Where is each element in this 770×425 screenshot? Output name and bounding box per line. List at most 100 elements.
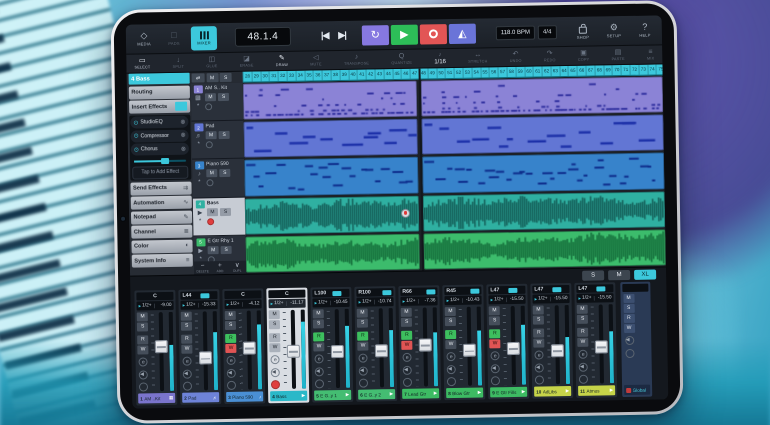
write-automation-button[interactable]: W: [138, 345, 149, 354]
tool-undo[interactable]: ↶UNDO: [510, 51, 522, 63]
channel-routing-row[interactable]: ▸ 1/2+ | -15.50: [532, 294, 569, 304]
mute-button[interactable]: M: [489, 306, 500, 315]
clip-bass-1[interactable]: [245, 195, 420, 234]
master-w-button[interactable]: W: [623, 324, 634, 333]
read-automation-button[interactable]: R: [533, 328, 544, 337]
volume-fader[interactable]: [243, 310, 256, 389]
clip-am-s-kit-2[interactable]: [421, 76, 664, 116]
track-solo-button[interactable]: S: [220, 73, 232, 82]
pan-control[interactable]: R66: [400, 287, 437, 296]
inspector-selected-track[interactable]: 4 Bass: [128, 73, 189, 85]
volume-fader[interactable]: [155, 312, 168, 391]
clip-e-gtr-rhy-1-2[interactable]: [423, 229, 666, 269]
fader-cap[interactable]: [331, 345, 344, 358]
pan-control[interactable]: R100: [356, 288, 393, 297]
channel-edit-button[interactable]: e: [403, 353, 412, 362]
channel-routing-row[interactable]: ▸ 1/2+ | -4.12: [225, 299, 262, 309]
record-arm-button[interactable]: [491, 376, 500, 385]
track-solo-button[interactable]: S: [221, 246, 232, 254]
monitor-button[interactable]: ◀: [491, 364, 500, 373]
channel-routing-row[interactable]: ▸ 1/2+ | -10.74: [356, 297, 393, 307]
help-button[interactable]: ?HELP: [633, 18, 657, 42]
tool-split[interactable]: ↓SPLIT: [172, 57, 184, 69]
dupl-track-button[interactable]: ∨DUPL: [228, 261, 246, 274]
channel-routing-row[interactable]: ▸ 1/2+ | -15.50: [488, 295, 525, 305]
channel-label[interactable]: 5 E G..y 1 ▶: [314, 390, 351, 401]
tool-mix[interactable]: ≡MIX: [647, 48, 655, 60]
mixer-channel-6[interactable]: R100 ▸ 1/2+ | -10.74 M S R W e ◀: [354, 286, 397, 402]
mixer-channel-2[interactable]: L44 ▸ 1/2+ | -15.33 M S R W e ◀ 2: [178, 289, 221, 405]
fader-cap[interactable]: [287, 345, 300, 358]
channel-routing-row[interactable]: ▸ 1/2+ | -9.00: [137, 301, 174, 311]
solo-button[interactable]: S: [357, 319, 368, 328]
mute-button[interactable]: M: [269, 310, 280, 319]
mute-button[interactable]: M: [445, 307, 456, 316]
shop-button[interactable]: SHOP: [571, 19, 595, 43]
fader-cap[interactable]: [551, 344, 564, 357]
fader-cap[interactable]: [419, 338, 432, 351]
record-arm-button[interactable]: [183, 382, 192, 391]
record-arm-button[interactable]: [227, 381, 236, 390]
track-solo-button[interactable]: S: [219, 169, 230, 177]
power-icon[interactable]: ⊙: [134, 132, 139, 139]
delete-track-button[interactable]: −DELETE: [194, 261, 212, 274]
read-automation-button[interactable]: R: [181, 335, 192, 344]
record-arm-button[interactable]: [271, 380, 280, 389]
mute-button[interactable]: M: [577, 305, 588, 314]
mute-button[interactable]: M: [401, 308, 412, 317]
fader-cap[interactable]: [375, 344, 388, 357]
solo-button[interactable]: S: [489, 316, 500, 325]
master-s-button[interactable]: S: [623, 304, 634, 313]
master-m-button[interactable]: M: [623, 294, 634, 303]
mixer-master-channel[interactable]: MSRW◀Global: [620, 282, 652, 398]
track-list-item-2[interactable]: 2 ♬ * Pad MS: [191, 121, 244, 160]
solo-button[interactable]: S: [269, 320, 280, 329]
read-automation-button[interactable]: R: [225, 334, 236, 343]
slider-knob[interactable]: [161, 157, 169, 163]
volume-fader[interactable]: [463, 307, 476, 386]
channel-edit-button[interactable]: e: [227, 356, 236, 365]
write-automation-button[interactable]: W: [226, 344, 237, 353]
channel-label[interactable]: 11 Atmos ▶: [578, 385, 615, 396]
effect-slot-chorus[interactable]: ⊙Chorus⊗: [131, 143, 189, 156]
channel-routing-row[interactable]: ▸ 1/2+ | -10.45: [312, 298, 349, 308]
channel-routing-row[interactable]: ▸ 1/2+ | -10.43: [444, 296, 481, 306]
nav-media-button[interactable]: ◇MEDIA: [131, 27, 157, 51]
mixer-channel-11[interactable]: L47 ▸ 1/2+ | -15.50 M S R W e ◀ 1: [574, 282, 617, 398]
tool-select[interactable]: ▭SELECT: [134, 57, 150, 69]
pan-control[interactable]: C: [268, 290, 305, 299]
solo-button[interactable]: S: [225, 321, 236, 330]
read-automation-button[interactable]: R: [357, 332, 368, 341]
tool-transpose[interactable]: ♪TRANSPOSE: [344, 53, 369, 65]
write-automation-button[interactable]: W: [577, 338, 588, 347]
monitor-button[interactable]: ◀: [625, 336, 634, 345]
add-track-button[interactable]: +ADD: [211, 261, 229, 274]
mixer-view-s-button[interactable]: S: [582, 270, 604, 280]
tool-redo[interactable]: ↷REDO: [544, 50, 556, 62]
monitor-button[interactable]: ◀: [579, 362, 588, 371]
follow-playhead-button[interactable]: ⇄: [192, 73, 205, 82]
record-button[interactable]: [420, 24, 447, 44]
mute-button[interactable]: M: [533, 305, 544, 314]
channel-label[interactable]: 7 Lead Gtr ▶: [402, 388, 439, 399]
mixer-channel-7[interactable]: R66 ▸ 1/2+ | -7.36 M S R W e ◀ 7: [398, 285, 441, 401]
record-arm-button[interactable]: [359, 379, 368, 388]
channel-edit-button[interactable]: e: [271, 355, 280, 364]
channel-routing-row[interactable]: ▸ 1/2+ | -15.33: [181, 300, 218, 310]
time-display[interactable]: 48.1.4: [235, 27, 291, 47]
track-mute-button[interactable]: M: [206, 73, 218, 82]
record-arm-button[interactable]: [315, 379, 324, 388]
tool-quantize-value[interactable]: ♪1/16: [434, 51, 446, 65]
channel-label[interactable]: 3 Piano 590 ♪: [226, 391, 263, 402]
solo-button[interactable]: S: [577, 315, 588, 324]
cycle-button[interactable]: ↻: [362, 25, 389, 45]
pan-control[interactable]: L44: [180, 291, 217, 300]
read-automation-button[interactable]: R: [313, 332, 324, 341]
volume-fader[interactable]: [551, 305, 564, 384]
remove-effect-icon[interactable]: ⊗: [180, 118, 185, 125]
fader-cap[interactable]: [199, 352, 212, 365]
mixer-channel-1[interactable]: C ▸ 1/2+ | -9.00 M S R W e ◀ 1: [134, 290, 177, 406]
inspector-channel-row[interactable]: Channel≣: [131, 225, 192, 239]
fader-cap[interactable]: [595, 340, 608, 353]
mixer-channel-10[interactable]: L47 ▸ 1/2+ | -15.50 M S R W e ◀ 1: [530, 283, 573, 399]
